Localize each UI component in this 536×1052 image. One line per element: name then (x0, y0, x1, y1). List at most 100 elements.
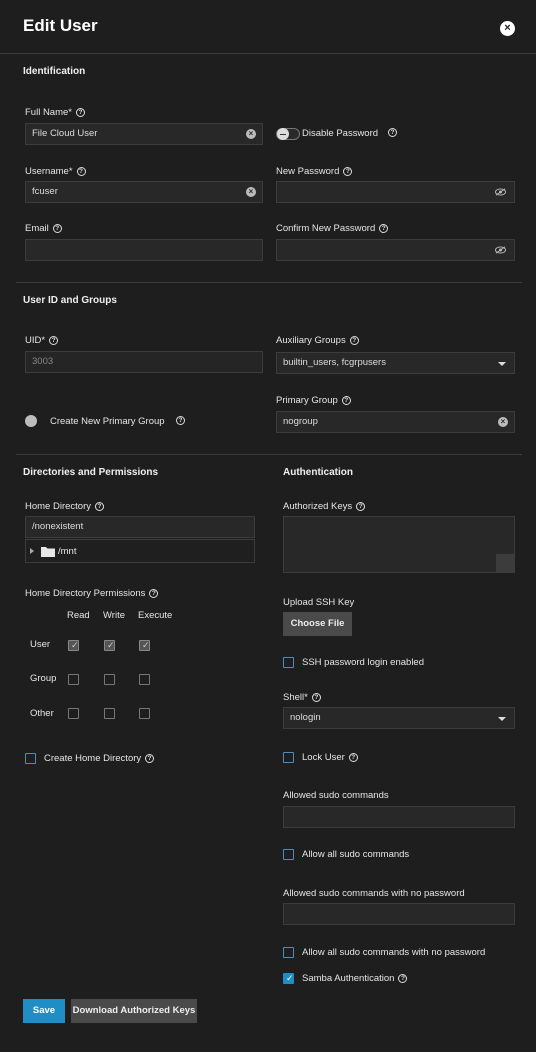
uid-field: 3003 (25, 351, 263, 373)
confirm-password-field[interactable] (276, 239, 515, 261)
create-primary-group-toggle[interactable] (25, 415, 37, 427)
help-icon[interactable]: ? (348, 752, 358, 762)
section-authentication: Authentication (283, 467, 353, 478)
full-name-label: Full Name*? (25, 107, 85, 118)
allow-all-sudo-label: Allow all sudo commands (302, 849, 410, 860)
authorized-keys-label: Authorized Keys? (283, 501, 366, 512)
primary-group-field[interactable]: nogroup × (276, 411, 515, 433)
eye-slash-icon[interactable] (495, 246, 506, 254)
perm-row-group: Group (30, 673, 57, 684)
upload-ssh-key-label: Upload SSH Key (283, 597, 355, 608)
ssh-password-login-label: SSH password login enabled (302, 657, 424, 668)
lock-user-label: Lock User? (302, 752, 358, 763)
perm-row-other: Other (30, 708, 54, 719)
email-label: Email? (25, 223, 62, 234)
allow-all-sudo-checkbox[interactable] (283, 849, 294, 860)
shell-label: Shell*? (283, 692, 321, 703)
create-home-directory-label: Create Home Directory? (44, 753, 155, 764)
samba-auth-label: Samba Authentication? (302, 973, 408, 984)
help-icon[interactable]: ? (176, 416, 185, 425)
aux-groups-label: Auxiliary Groups? (276, 335, 359, 346)
perm-group-write-checkbox[interactable] (104, 674, 115, 685)
allow-all-sudo-nopw-label: Allow all sudo commands with no password (302, 947, 486, 958)
dialog-title: Edit User (23, 16, 98, 35)
new-password-field[interactable] (276, 181, 515, 203)
username-label: Username*? (25, 166, 86, 177)
help-icon[interactable]: ? (398, 973, 408, 983)
allow-all-sudo-nopw-checkbox[interactable] (283, 947, 294, 958)
expand-icon[interactable] (30, 548, 34, 554)
toggle-dash (280, 134, 286, 135)
new-password-label: New Password? (276, 166, 353, 177)
help-icon[interactable]: ? (76, 166, 86, 176)
help-icon[interactable]: ? (52, 223, 62, 233)
clear-icon[interactable]: × (246, 187, 256, 197)
choose-file-button[interactable]: Choose File (283, 612, 352, 636)
aux-groups-select[interactable]: builtin_users, fcgrpusers (276, 352, 515, 374)
username-field[interactable]: fcuser × (25, 181, 263, 203)
help-icon[interactable]: ? (149, 588, 159, 598)
home-directory-field[interactable]: /nonexistent (25, 516, 255, 538)
close-icon[interactable]: × (500, 21, 515, 36)
directory-tree[interactable]: /mnt (25, 539, 255, 563)
tree-item-label[interactable]: /mnt (58, 546, 76, 557)
create-primary-group-label: Create New Primary Group (50, 416, 165, 427)
help-icon[interactable]: ? (49, 335, 59, 345)
section-divider (16, 282, 522, 283)
header-divider (0, 53, 536, 54)
help-icon[interactable]: ? (76, 107, 85, 117)
help-icon[interactable]: ? (388, 128, 397, 137)
perm-column-write: Write (103, 610, 125, 621)
perm-column-read: Read (67, 610, 90, 621)
download-authorized-keys-button[interactable]: Download Authorized Keys (71, 999, 197, 1023)
perm-user-write-checkbox[interactable]: ✓ (104, 640, 115, 651)
help-icon[interactable]: ? (349, 335, 359, 345)
email-field[interactable] (25, 239, 263, 261)
perm-user-read-checkbox[interactable]: ✓ (68, 640, 79, 651)
primary-group-label: Primary Group? (276, 395, 351, 406)
section-directories: Directories and Permissions (23, 467, 159, 478)
perm-group-execute-checkbox[interactable] (139, 674, 150, 685)
perm-user-execute-checkbox[interactable]: ✓ (139, 640, 150, 651)
perm-row-user: User (30, 639, 51, 650)
chevron-down-icon (498, 362, 506, 366)
perm-other-write-checkbox[interactable] (104, 708, 115, 719)
ssh-password-login-checkbox[interactable] (283, 657, 294, 668)
lock-user-checkbox[interactable] (283, 752, 294, 763)
sudo-nopw-label: Allowed sudo commands with no password (283, 888, 465, 899)
save-button[interactable]: Save (23, 999, 65, 1023)
allowed-sudo-field[interactable] (283, 806, 515, 828)
section-identification: Identification (23, 66, 86, 77)
disable-password-label: Disable Password (302, 128, 379, 139)
uid-label: UID*? (25, 335, 59, 346)
home-directory-label: Home Directory? (25, 501, 104, 512)
resize-handle[interactable] (496, 554, 514, 572)
help-icon[interactable]: ? (379, 223, 389, 233)
shell-select[interactable]: nologin (283, 707, 515, 729)
allowed-sudo-label: Allowed sudo commands (283, 790, 389, 801)
permissions-label: Home Directory Permissions? (25, 588, 159, 599)
confirm-password-label: Confirm New Password? (276, 223, 389, 234)
perm-other-read-checkbox[interactable] (68, 708, 79, 719)
section-divider (16, 454, 522, 455)
perm-column-execute: Execute (138, 610, 173, 621)
help-icon[interactable]: ? (356, 501, 366, 511)
disable-password-toggle[interactable] (276, 128, 300, 140)
chevron-down-icon (498, 717, 506, 721)
create-home-directory-checkbox[interactable] (25, 753, 36, 764)
help-icon[interactable]: ? (343, 166, 353, 176)
samba-auth-checkbox[interactable]: ✓ (283, 973, 294, 984)
perm-group-read-checkbox[interactable] (68, 674, 79, 685)
clear-icon[interactable]: × (498, 417, 508, 427)
sudo-nopw-field[interactable] (283, 903, 515, 925)
section-user-id-groups: User ID and Groups (23, 295, 117, 306)
help-icon[interactable]: ? (95, 501, 104, 511)
help-icon[interactable]: ? (341, 395, 351, 405)
full-name-field[interactable]: File Cloud User × (25, 123, 263, 145)
help-icon[interactable]: ? (311, 692, 321, 702)
perm-other-execute-checkbox[interactable] (139, 708, 150, 719)
help-icon[interactable]: ? (145, 753, 155, 763)
authorized-keys-textarea[interactable] (283, 516, 515, 573)
clear-icon[interactable]: × (246, 129, 256, 139)
eye-slash-icon[interactable] (495, 188, 506, 196)
